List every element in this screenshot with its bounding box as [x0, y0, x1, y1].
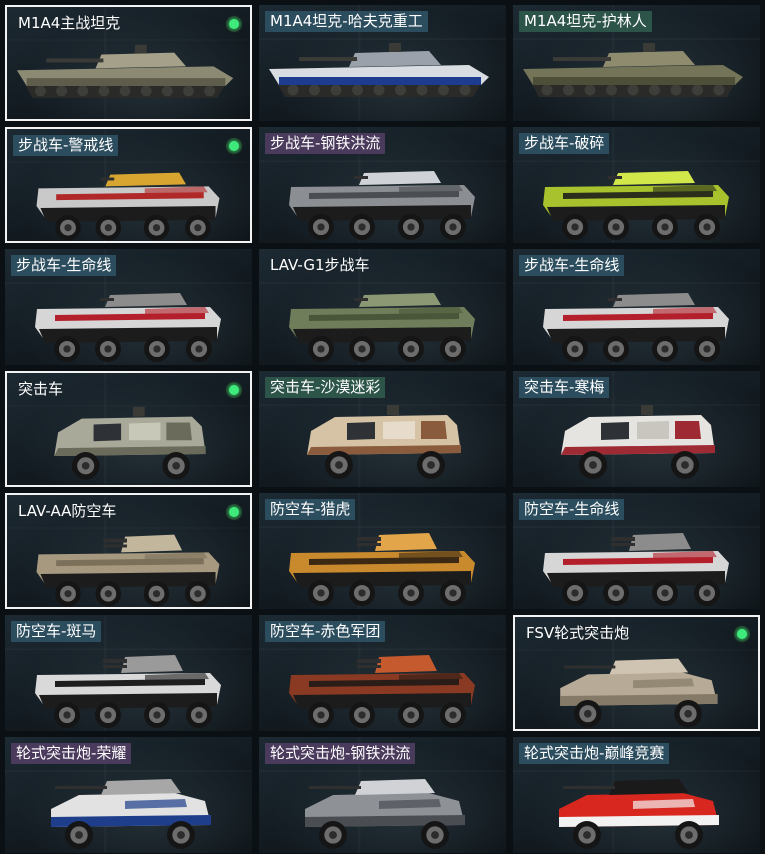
- skin-name-label: LAV-AA防空车: [18, 502, 117, 520]
- equipped-indicator-icon: [734, 626, 750, 642]
- skin-name-label: 轮式突击炮-巅峰竞赛: [519, 743, 670, 764]
- skin-name-label: 防空车-赤色军团: [265, 621, 386, 642]
- skin-name-label: 步战车-钢铁洪流: [265, 133, 386, 154]
- vehicle-skin-card[interactable]: 步战车-生命线: [5, 249, 252, 365]
- vehicle-skin-card[interactable]: 突击车-沙漠迷彩: [259, 371, 506, 487]
- equipped-indicator-icon: [226, 382, 242, 398]
- skin-name-label: M1A4坦克-哈夫克重工: [265, 11, 428, 32]
- vehicle-preview-image: [35, 293, 221, 362]
- vehicle-preview-image: [560, 658, 718, 728]
- vehicle-preview-image: [559, 779, 719, 849]
- skin-name-label: LAV-G1步战车: [270, 256, 370, 274]
- vehicle-preview-image: [54, 406, 206, 480]
- vehicle-skin-card[interactable]: M1A4坦克-护林人: [513, 5, 760, 121]
- vehicle-preview-image: [543, 293, 729, 362]
- vehicle-skin-card[interactable]: M1A4坦克-哈夫克重工: [259, 5, 506, 121]
- vehicle-preview-image: [543, 171, 729, 240]
- skin-name-label: 突击车-沙漠迷彩: [265, 377, 386, 398]
- vehicle-preview-image: [36, 172, 220, 241]
- vehicle-skin-card[interactable]: 防空车-赤色军团: [259, 615, 506, 731]
- vehicle-skin-card[interactable]: 步战车-破碎: [513, 127, 760, 243]
- skin-name-label: 步战车-警戒线: [13, 135, 119, 156]
- vehicle-skin-card[interactable]: 突击车: [5, 371, 252, 487]
- vehicle-preview-image: [35, 655, 221, 728]
- skin-name-label: FSV轮式突击炮: [526, 624, 630, 642]
- skin-name-label: 轮式突击炮-钢铁洪流: [265, 743, 416, 764]
- vehicle-skin-card[interactable]: LAV-AA防空车: [5, 493, 252, 609]
- vehicle-skin-card[interactable]: 步战车-警戒线: [5, 127, 252, 243]
- vehicle-preview-image: [289, 171, 475, 240]
- skin-name-label: 防空车-生命线: [519, 499, 625, 520]
- vehicle-preview-image: [305, 779, 465, 849]
- vehicle-preview-image: [561, 405, 715, 479]
- vehicle-skin-card[interactable]: 防空车-猎虎: [259, 493, 506, 609]
- vehicle-skin-card[interactable]: 防空车-斑马: [5, 615, 252, 731]
- equipped-indicator-icon: [226, 138, 242, 154]
- skin-name-label: 步战车-生命线: [519, 255, 625, 276]
- vehicle-skin-card[interactable]: 轮式突击炮-巅峰竞赛: [513, 737, 760, 853]
- vehicle-preview-image: [269, 43, 489, 97]
- vehicle-skin-grid: M1A4主战坦克 M1A4坦克-哈夫克重工 M1A4坦克-护林人 步战车-警戒线 步战车…: [0, 0, 765, 854]
- skin-name-label: 防空车-猎虎: [265, 499, 356, 520]
- vehicle-preview-image: [289, 293, 475, 362]
- vehicle-preview-image: [51, 779, 211, 849]
- skin-name-label: 突击车: [18, 380, 64, 398]
- vehicle-preview-image: [16, 44, 234, 98]
- vehicle-skin-card[interactable]: 轮式突击炮-钢铁洪流: [259, 737, 506, 853]
- vehicle-preview-image: [307, 405, 461, 479]
- skin-name-label: 轮式突击炮-荣耀: [11, 743, 132, 764]
- skin-name-label: 防空车-斑马: [11, 621, 102, 642]
- vehicle-preview-image: [289, 533, 475, 606]
- skin-name-label: 步战车-破碎: [519, 133, 610, 154]
- vehicle-preview-image: [289, 655, 475, 728]
- skin-name-label: 步战车-生命线: [11, 255, 117, 276]
- skin-name-label: M1A4坦克-护林人: [519, 11, 652, 32]
- vehicle-skin-card[interactable]: 步战车-生命线: [513, 249, 760, 365]
- vehicle-preview-image: [523, 43, 743, 97]
- equipped-indicator-icon: [226, 504, 242, 520]
- skin-name-label: M1A4主战坦克: [18, 14, 121, 32]
- vehicle-skin-card[interactable]: 防空车-生命线: [513, 493, 760, 609]
- vehicle-skin-card[interactable]: 步战车-钢铁洪流: [259, 127, 506, 243]
- vehicle-skin-card[interactable]: 突击车-寒梅: [513, 371, 760, 487]
- vehicle-skin-card[interactable]: FSV轮式突击炮: [513, 615, 760, 731]
- vehicle-skin-card[interactable]: M1A4主战坦克: [5, 5, 252, 121]
- vehicle-preview-image: [543, 533, 729, 606]
- vehicle-skin-card[interactable]: LAV-G1步战车: [259, 249, 506, 365]
- equipped-indicator-icon: [226, 16, 242, 32]
- skin-name-label: 突击车-寒梅: [519, 377, 610, 398]
- vehicle-skin-card[interactable]: 轮式突击炮-荣耀: [5, 737, 252, 853]
- vehicle-preview-image: [36, 534, 220, 607]
